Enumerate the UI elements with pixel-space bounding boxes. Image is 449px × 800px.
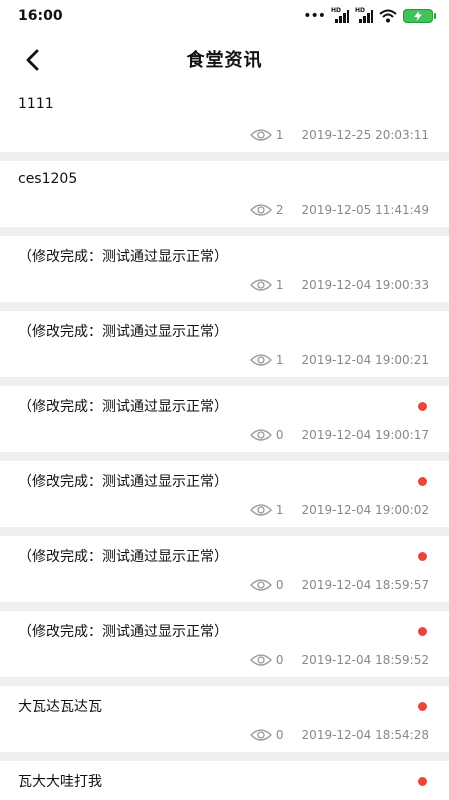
item-meta: 1 2019-12-04 19:00:02 xyxy=(249,503,429,517)
item-meta: 1 2019-12-04 19:00:21 xyxy=(249,353,429,367)
wifi-icon xyxy=(379,9,397,23)
item-title: 大瓦达瓦达瓦 xyxy=(18,699,102,715)
view-count: 1 xyxy=(275,503,284,517)
item-title: （修改完成：测试通过显示正常） xyxy=(18,624,228,640)
item-title: （修改完成：测试通过显示正常） xyxy=(18,474,228,490)
list-item[interactable]: 1111 1 2019-12-25 20:03:11 xyxy=(0,86,449,152)
item-meta: 0 2019-12-04 18:59:57 xyxy=(249,578,429,592)
view-count: 0 xyxy=(275,653,284,667)
view-count: 1 xyxy=(275,353,284,367)
eye-icon xyxy=(249,504,272,516)
item-time: 2019-12-04 19:00:21 xyxy=(301,353,429,367)
view-count: 0 xyxy=(275,728,284,742)
item-title: 1111 xyxy=(18,96,54,112)
unread-dot xyxy=(418,552,427,561)
view-count: 1 xyxy=(275,128,284,142)
unread-dot xyxy=(418,627,427,636)
item-time: 2019-12-04 19:00:33 xyxy=(301,278,429,292)
list-item[interactable]: （修改完成：测试通过显示正常） 0 2019-12-04 18:59:57 xyxy=(0,536,449,602)
unread-dot xyxy=(418,402,427,411)
view-count: 0 xyxy=(275,428,284,442)
battery-charging-icon xyxy=(403,9,436,23)
list-item[interactable]: 大瓦达瓦达瓦 0 2019-12-04 18:54:28 xyxy=(0,686,449,752)
item-time: 2019-12-04 18:59:57 xyxy=(301,578,429,592)
item-meta: 0 2019-12-04 19:00:17 xyxy=(249,428,429,442)
more-dots-icon: ••• xyxy=(303,8,326,24)
status-bar: 16:00 ••• HD HD xyxy=(0,0,449,32)
eye-icon xyxy=(249,429,272,441)
page-title: 食堂资讯 xyxy=(186,50,263,71)
item-time: 2019-12-04 19:00:17 xyxy=(301,428,429,442)
item-time: 2019-12-05 11:41:49 xyxy=(301,203,429,217)
nav-bar: 食堂资讯 xyxy=(0,32,449,86)
status-icons: ••• HD HD xyxy=(303,7,436,24)
eye-icon xyxy=(249,354,272,366)
signal-icon-2: HD xyxy=(355,7,373,23)
item-time: 2019-12-25 20:03:11 xyxy=(301,128,429,142)
list-item[interactable]: （修改完成：测试通过显示正常） 0 2019-12-04 19:00:17 xyxy=(0,386,449,452)
unread-dot xyxy=(418,777,427,786)
item-title: （修改完成：测试通过显示正常） xyxy=(18,549,228,565)
item-title: （修改完成：测试通过显示正常） xyxy=(18,324,228,340)
item-title: （修改完成：测试通过显示正常） xyxy=(18,249,228,265)
item-time: 2019-12-04 18:54:28 xyxy=(301,728,429,742)
item-title: ces1205 xyxy=(18,171,78,187)
chevron-left-icon xyxy=(26,49,39,71)
item-time: 2019-12-04 18:59:52 xyxy=(301,653,429,667)
eye-icon xyxy=(249,654,272,666)
back-button[interactable] xyxy=(18,46,46,74)
list-item[interactable]: （修改完成：测试通过显示正常） 1 2019-12-04 19:00:02 xyxy=(0,461,449,527)
item-title: （修改完成：测试通过显示正常） xyxy=(18,399,228,415)
list-item[interactable]: （修改完成：测试通过显示正常） 1 2019-12-04 19:00:33 xyxy=(0,236,449,302)
eye-icon xyxy=(249,279,272,291)
item-meta: 2 2019-12-05 11:41:49 xyxy=(249,203,429,217)
view-count: 1 xyxy=(275,278,284,292)
item-meta: 0 2019-12-04 18:59:52 xyxy=(249,653,429,667)
view-count: 0 xyxy=(275,578,284,592)
eye-icon xyxy=(249,729,272,741)
list-item[interactable]: （修改完成：测试通过显示正常） 0 2019-12-04 18:59:52 xyxy=(0,611,449,677)
list-item[interactable]: （修改完成：测试通过显示正常） 1 2019-12-04 19:00:21 xyxy=(0,311,449,377)
eye-icon xyxy=(249,204,272,216)
item-meta: 0 2019-12-04 18:54:28 xyxy=(249,728,429,742)
list-item[interactable]: 瓦大大哇打我 0 2019-12-04 18:54:13 xyxy=(0,761,449,800)
item-time: 2019-12-04 19:00:02 xyxy=(301,503,429,517)
item-meta: 1 2019-12-04 19:00:33 xyxy=(249,278,429,292)
view-count: 2 xyxy=(275,203,284,217)
item-title: 瓦大大哇打我 xyxy=(18,774,102,790)
unread-dot xyxy=(418,702,427,711)
eye-icon xyxy=(249,129,272,141)
eye-icon xyxy=(249,579,272,591)
list-item[interactable]: ces1205 2 2019-12-05 11:41:49 xyxy=(0,161,449,227)
signal-icon: HD xyxy=(331,7,349,23)
unread-dot xyxy=(418,477,427,486)
news-list: 1111 1 2019-12-25 20:03:11 ces1205 2 201… xyxy=(0,86,449,800)
status-time: 16:00 xyxy=(18,8,63,24)
item-meta: 1 2019-12-25 20:03:11 xyxy=(249,128,429,142)
